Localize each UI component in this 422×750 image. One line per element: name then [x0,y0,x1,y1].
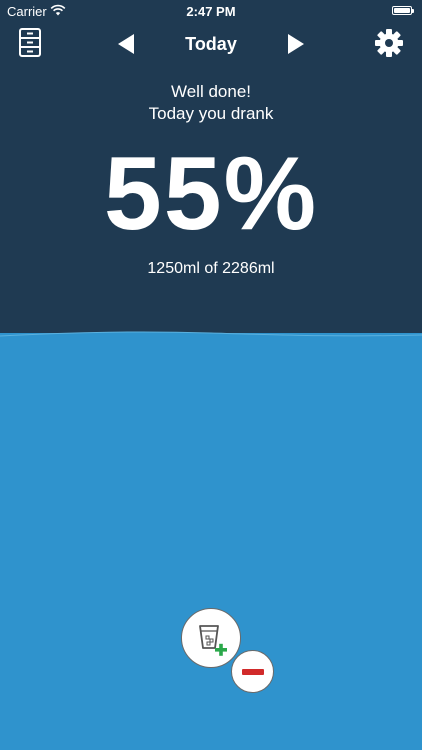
glass-plus-icon [199,625,227,656]
cabinet-icon[interactable] [19,28,41,57]
battery-icon [392,6,414,15]
water-wave [0,331,422,347]
gear-icon[interactable] [375,29,403,57]
minus-icon [242,669,264,675]
status-bar: Carrier 2:47 PM [0,0,422,22]
status-time: 2:47 PM [186,4,236,19]
page-title: Today [185,34,237,54]
previous-day-button[interactable] [115,32,137,56]
progress-percent: 55% [103,136,319,252]
nav-bar: Today [0,22,422,66]
congrats-message: Well done! [170,82,251,101]
intake-amount: 1250ml of 2286ml [147,260,275,277]
add-drink-button[interactable] [181,608,241,668]
drank-message: Today you drank [148,104,274,123]
water-level-fill [0,333,422,750]
remove-drink-button[interactable] [231,650,274,693]
next-day-button[interactable] [285,32,307,56]
